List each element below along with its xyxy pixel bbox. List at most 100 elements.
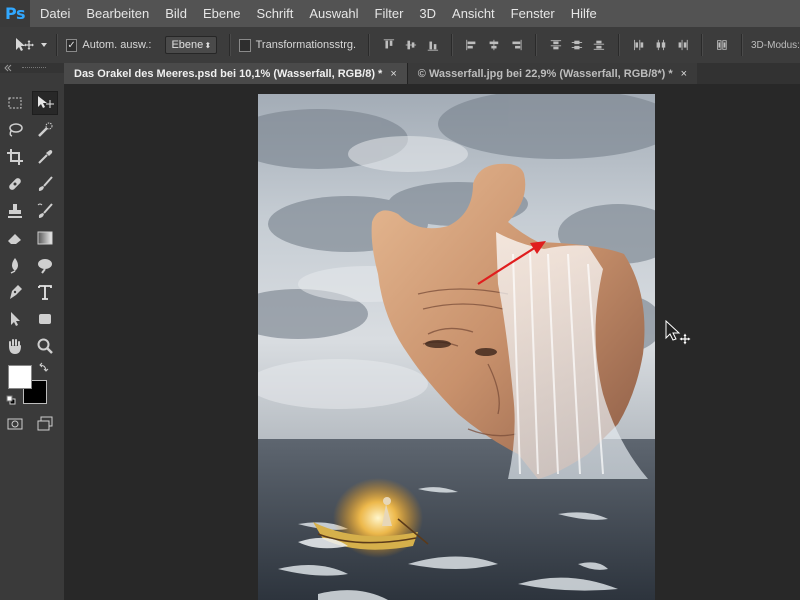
auto-select-value: Ebene: [171, 39, 204, 51]
distribute-top-icon[interactable]: [549, 37, 563, 53]
distribute-right-icon[interactable]: [676, 37, 690, 53]
menu-3d[interactable]: 3D: [419, 6, 436, 21]
menu-hilfe[interactable]: Hilfe: [571, 6, 597, 21]
distribute-horizontal-center-icon[interactable]: [654, 37, 668, 53]
blur-tool[interactable]: [2, 253, 28, 277]
auto-select-dropdown[interactable]: Ebene ⬍: [165, 36, 218, 54]
chevron-down-icon: [41, 43, 47, 47]
canvas-workspace[interactable]: [64, 84, 800, 600]
path-selection-tool-icon: [11, 312, 20, 326]
eraser-tool[interactable]: [2, 226, 28, 250]
tab-close-button[interactable]: ×: [390, 68, 396, 80]
quick-mask-button[interactable]: [2, 412, 28, 436]
brush-tool-icon: [38, 176, 53, 191]
transform-controls-label: Transformationsstrg.: [255, 39, 357, 51]
tab-title: © Wasserfall.jpg bei 22,9% (Wasserfall, …: [417, 67, 673, 80]
distribute-bottom-icon[interactable]: [592, 37, 606, 53]
blur-tool-icon: [10, 258, 18, 274]
separator: [451, 34, 454, 56]
move-tool-icon: [16, 38, 34, 51]
move-tool[interactable]: [32, 91, 58, 115]
menu-datei[interactable]: Datei: [40, 6, 70, 21]
align-top-icon[interactable]: [382, 37, 396, 53]
clone-stamp-tool-icon: [8, 204, 22, 218]
eraser-tool-icon: [8, 234, 21, 244]
path-selection-tool[interactable]: [2, 307, 28, 331]
move-tool-icon: [38, 96, 54, 108]
collapse-arrows-icon: [4, 64, 12, 72]
type-tool[interactable]: [32, 280, 58, 304]
zoom-tool[interactable]: [32, 334, 58, 358]
align-vertical-center-icon[interactable]: [404, 37, 418, 53]
document-tab-bar: Das Orakel des Meeres.psd bei 10,1% (Was…: [64, 63, 800, 84]
menu-schrift[interactable]: Schrift: [257, 6, 294, 21]
separator: [229, 34, 232, 56]
hand-tool[interactable]: [2, 334, 28, 358]
quick-selection-tool[interactable]: [32, 118, 58, 142]
quick-mask-icon: [7, 418, 23, 430]
separator: [56, 34, 58, 56]
swap-colors-icon[interactable]: [39, 362, 49, 372]
updown-arrow-icon: ⬍: [204, 40, 212, 50]
document-canvas[interactable]: [258, 94, 655, 600]
align-right-icon[interactable]: [509, 37, 523, 53]
screen-mode-button[interactable]: [32, 412, 58, 436]
align-bottom-icon[interactable]: [426, 37, 440, 53]
clone-stamp-tool[interactable]: [2, 199, 28, 223]
lasso-tool[interactable]: [2, 118, 28, 142]
crop-tool-icon: [7, 149, 23, 165]
3d-mode-label: 3D-Modus:: [751, 39, 800, 51]
separator: [368, 34, 370, 56]
gradient-tool-icon: [37, 231, 53, 245]
type-tool-icon: [38, 285, 52, 300]
menu-ansicht[interactable]: Ansicht: [452, 6, 495, 21]
distribute-left-icon[interactable]: [632, 37, 646, 53]
tab-close-button[interactable]: ×: [681, 68, 687, 80]
menu-auswahl[interactable]: Auswahl: [309, 6, 358, 21]
panel-grip[interactable]: [0, 63, 64, 73]
tool-preset-picker[interactable]: [14, 37, 48, 53]
document-image: [258, 94, 655, 600]
move-cursor-icon: [665, 320, 691, 345]
pen-tool-icon: [10, 285, 22, 299]
transform-controls-checkbox[interactable]: [239, 38, 251, 52]
auto-select-label: Autom. ausw.:: [82, 39, 152, 51]
menu-bearbeiten[interactable]: Bearbeiten: [86, 6, 149, 21]
menu-bar: Ps Datei Bearbeiten Bild Ebene Schrift A…: [0, 0, 800, 27]
menu-bild[interactable]: Bild: [165, 6, 187, 21]
auto-select-checkbox[interactable]: ✓: [65, 38, 78, 52]
dodge-tool[interactable]: [32, 253, 58, 277]
default-colors-icon[interactable]: [6, 395, 16, 405]
menu-filter[interactable]: Filter: [375, 6, 404, 21]
left-eye: [425, 340, 451, 348]
brush-tool[interactable]: [32, 172, 58, 196]
marquee-tool[interactable]: [2, 91, 28, 115]
crop-tool[interactable]: [2, 145, 28, 169]
hand-tool-icon: [9, 339, 21, 355]
photoshop-logo: Ps: [0, 0, 30, 27]
pen-tool[interactable]: [2, 280, 28, 304]
separator: [534, 34, 537, 56]
align-left-icon[interactable]: [465, 37, 479, 53]
separator: [618, 34, 620, 56]
auto-align-layers-icon[interactable]: [715, 37, 729, 53]
healing-brush-tool[interactable]: [2, 172, 28, 196]
right-eye: [475, 348, 497, 356]
options-bar: ✓ Autom. ausw.: Ebene ⬍ Transformationss…: [0, 27, 800, 64]
eyedropper-tool[interactable]: [32, 145, 58, 169]
rectangle-tool[interactable]: [32, 307, 58, 331]
tab-title: Das Orakel des Meeres.psd bei 10,1% (Was…: [74, 67, 383, 80]
eyedropper-tool-icon: [38, 150, 53, 164]
menu-ebene[interactable]: Ebene: [203, 6, 241, 21]
align-horizontal-center-icon[interactable]: [487, 37, 501, 53]
foreground-color-swatch[interactable]: [8, 365, 32, 389]
distribute-vertical-center-icon[interactable]: [570, 37, 584, 53]
gradient-tool[interactable]: [32, 226, 58, 250]
menu-fenster[interactable]: Fenster: [511, 6, 555, 21]
quick-selection-tool-icon: [38, 122, 53, 137]
tab-orakel-des-meeres[interactable]: Das Orakel des Meeres.psd bei 10,1% (Was…: [64, 63, 407, 84]
grip-lines: [22, 67, 46, 70]
tab-wasserfall[interactable]: © Wasserfall.jpg bei 22,9% (Wasserfall, …: [406, 63, 698, 84]
history-brush-tool[interactable]: [32, 199, 58, 223]
dodge-tool-icon: [38, 259, 52, 274]
